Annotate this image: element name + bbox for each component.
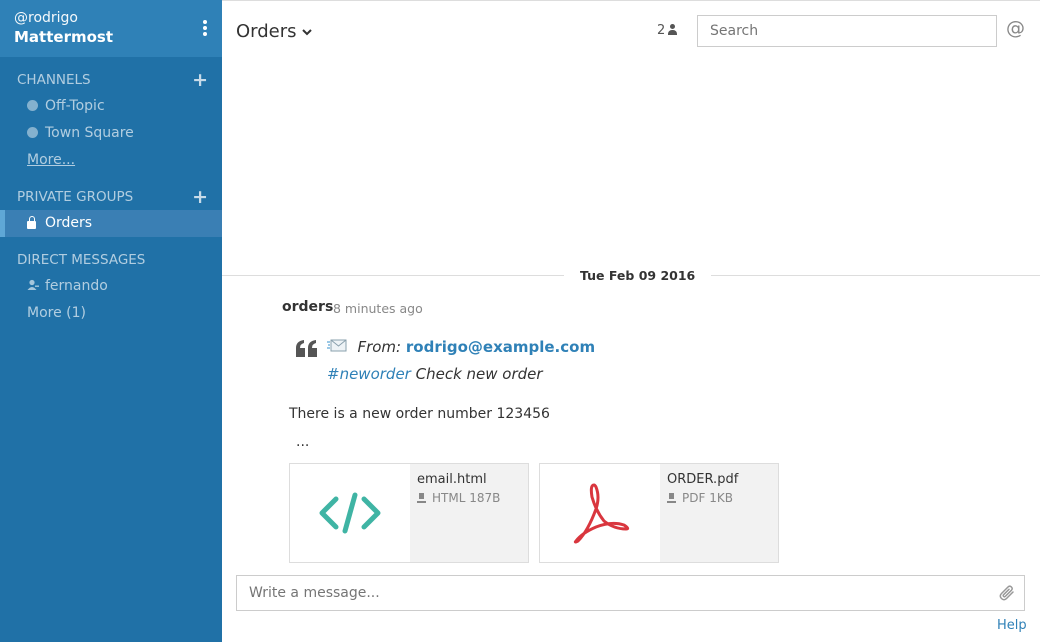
current-username: @rodrigo — [14, 10, 78, 26]
private-groups-section-title: PRIVATE GROUPS + — [0, 184, 222, 210]
sidebar-item-label: Orders — [45, 215, 93, 231]
main-menu-icon[interactable] — [202, 20, 208, 38]
attachment-size: PDF 1KB — [682, 491, 733, 505]
add-channel-icon[interactable]: + — [192, 67, 208, 93]
quote-subject-line: #neworder Check new order — [327, 365, 543, 383]
post-ellipsis: ... — [296, 434, 310, 450]
direct-messages-section-title: DIRECT MESSAGES — [0, 247, 222, 273]
team-name[interactable]: Mattermost — [14, 27, 208, 47]
member-count-button[interactable]: 2 — [657, 23, 678, 38]
attachment-name: email.html — [417, 472, 487, 487]
globe-icon — [27, 121, 39, 138]
member-count: 2 — [657, 23, 666, 38]
more-channels-link[interactable]: More... — [0, 147, 222, 174]
channels-section-title: CHANNELS + — [0, 67, 222, 93]
add-private-group-icon[interactable]: + — [192, 184, 208, 210]
pdf-file-icon — [540, 464, 660, 562]
post-body: There is a new order number 123456 — [289, 406, 550, 422]
chevron-down-icon — [299, 26, 313, 39]
sidebar-item-label: Off-Topic — [45, 98, 105, 114]
help-link[interactable]: Help — [997, 618, 1027, 633]
sidebar-item-off-topic[interactable]: Off-Topic — [0, 93, 222, 120]
attachment-meta: PDF 1KB — [667, 491, 771, 505]
attachment-info: ORDER.pdf PDF 1KB — [660, 464, 778, 562]
quote-from-line: From: rodrigo@example.com — [327, 338, 595, 356]
subject-text: Check new order — [415, 365, 543, 383]
user-offline-icon — [27, 274, 39, 290]
channel-title-dropdown[interactable]: Orders — [236, 21, 312, 42]
direct-messages-title-label: DIRECT MESSAGES — [17, 252, 146, 268]
more-direct-messages-link[interactable]: More (1) — [0, 300, 222, 327]
date-separator: Tue Feb 09 2016 — [564, 268, 712, 283]
attachment-name: ORDER.pdf — [667, 472, 739, 487]
mentions-icon[interactable]: @ — [1006, 17, 1025, 39]
main-content: Orders 2 @ Tue Feb 09 2016 orders 8 minu… — [222, 0, 1040, 642]
attachment-meta: HTML 187B — [417, 491, 521, 505]
attachment-info: email.html HTML 187B — [410, 464, 528, 562]
download-icon — [667, 493, 676, 503]
sidebar-item-label: Town Square — [45, 125, 134, 141]
attachment-order-pdf[interactable]: ORDER.pdf PDF 1KB — [539, 463, 779, 563]
attachment-size: HTML 187B — [432, 491, 501, 505]
lock-icon — [27, 211, 39, 229]
post-timestamp[interactable]: 8 minutes ago — [333, 301, 423, 316]
sidebar-item-orders[interactable]: Orders — [0, 210, 222, 237]
quote-icon — [296, 331, 318, 363]
message-input[interactable] — [236, 575, 1025, 611]
code-file-icon — [290, 464, 410, 562]
paperclip-icon[interactable] — [998, 584, 1016, 606]
channels-title-label: CHANNELS — [17, 72, 91, 88]
post-username[interactable]: orders — [282, 299, 333, 315]
from-label: From: — [357, 338, 402, 356]
from-email-link[interactable]: rodrigo@example.com — [406, 338, 595, 356]
search-input[interactable] — [697, 15, 997, 47]
private-groups-title-label: PRIVATE GROUPS — [17, 189, 134, 205]
sidebar: @rodrigo Mattermost CHANNELS + Off-Topic… — [0, 0, 222, 642]
sidebar-item-fernando[interactable]: fernando — [0, 273, 222, 300]
globe-icon — [27, 94, 39, 111]
channel-header: Orders 2 @ — [222, 1, 1040, 61]
channel-name: Orders — [236, 21, 297, 42]
hashtag-link[interactable]: #neworder — [327, 365, 411, 383]
member-icon — [667, 24, 678, 35]
sidebar-item-label: fernando — [45, 278, 108, 294]
attachment-email-html[interactable]: email.html HTML 187B — [289, 463, 529, 563]
download-icon — [417, 493, 426, 503]
sidebar-header: @rodrigo Mattermost — [0, 0, 222, 57]
envelope-icon — [327, 339, 351, 356]
sidebar-item-town-square[interactable]: Town Square — [0, 120, 222, 147]
